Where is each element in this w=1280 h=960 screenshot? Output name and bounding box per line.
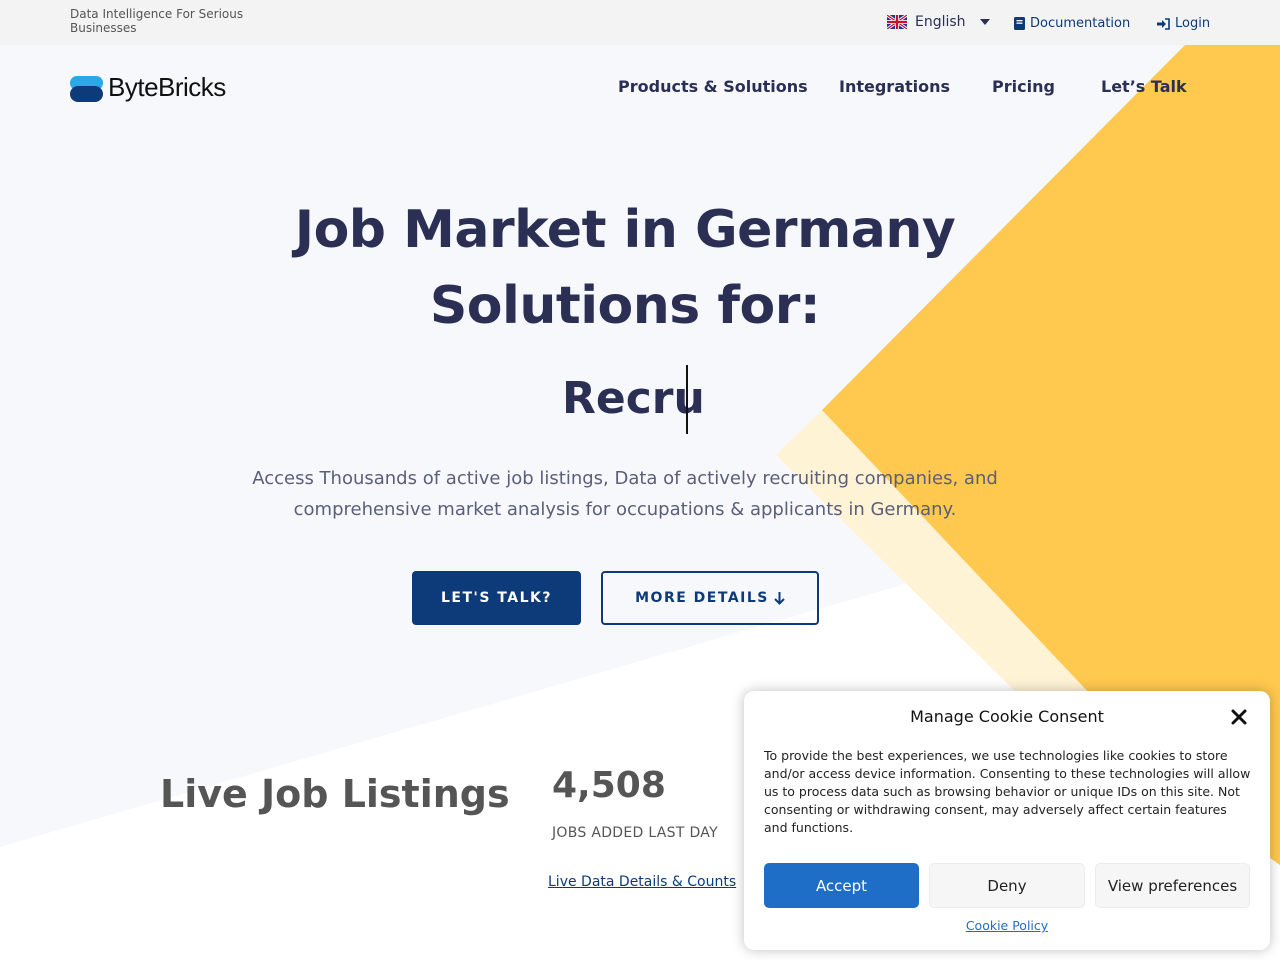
book-icon [1014,17,1025,30]
tagline: Data Intelligence For Serious Businesses [70,7,244,35]
cookie-policy-link[interactable]: Cookie Policy [744,918,1270,933]
nav-item-pricing[interactable]: Pricing [992,77,1055,96]
cookie-dialog-title: Manage Cookie Consent [910,707,1104,726]
brand-logo-icon [70,74,103,102]
language-selector[interactable]: English [887,14,990,30]
nav-item-integrations[interactable]: Integrations [839,77,950,96]
jobs-count-label: JOBS ADDED LAST DAY [552,825,718,841]
nav-item-lets-talk[interactable]: Let’s Talk [1101,77,1187,96]
hero-title-line-2: Solutions for: [429,276,821,336]
cookie-dialog-text: To provide the best experiences, we use … [764,748,1251,835]
close-icon[interactable] [1228,706,1250,728]
uk-flag-icon [887,15,907,29]
jobs-count: 4,508 [552,765,666,806]
login-link[interactable]: Login [1157,16,1210,31]
cookie-consent-dialog: Manage Cookie Consent To provide the bes… [744,691,1270,950]
sign-in-icon [1157,17,1170,30]
lets-talk-label: LET'S TALK? [441,590,552,606]
brand-logo[interactable]: ByteBricks [70,72,226,103]
live-data-details-link[interactable]: Live Data Details & Counts [548,874,736,890]
typing-cursor [686,365,688,434]
hero-typed-text: Recru [562,373,705,424]
brand-name: ByteBricks [108,72,226,102]
login-label: Login [1175,16,1211,31]
more-details-button[interactable]: MORE DETAILS [601,571,819,625]
chevron-down-icon [979,19,990,25]
more-details-label: MORE DETAILS [635,590,769,606]
view-preferences-button[interactable]: View preferences [1095,863,1250,908]
deny-cookies-button[interactable]: Deny [929,863,1085,908]
live-job-listings-title: Live Job Listings [160,772,510,816]
nav-item-products-solutions[interactable]: Products & Solutions [618,77,808,96]
lets-talk-button[interactable]: LET'S TALK? [412,571,581,625]
hero-title-line-1: Job Market in Germany [294,200,956,260]
accept-cookies-button[interactable]: Accept [764,863,919,908]
documentation-label: Documentation [1030,16,1131,31]
arrow-down-icon [774,591,785,605]
documentation-link[interactable]: Documentation [1014,16,1130,31]
hero-subtitle: Access Thousands of active job listings,… [252,468,998,520]
language-label: English [915,14,966,30]
top-bar: Data Intelligence For Serious Businesses… [0,0,1280,45]
